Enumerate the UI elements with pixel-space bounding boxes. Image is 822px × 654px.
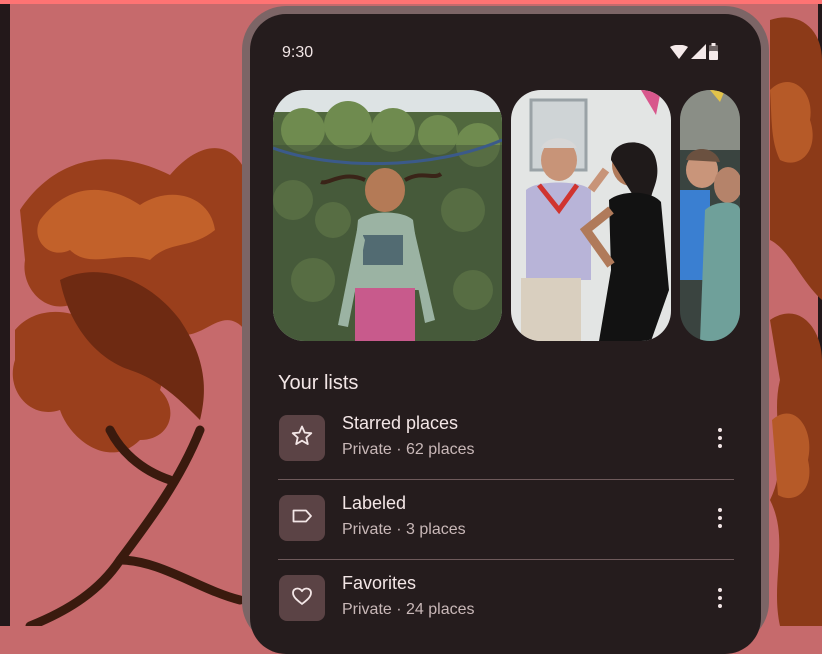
list-item-meta: Private · 62 places <box>342 441 475 458</box>
kebab-dot <box>718 436 722 440</box>
status-bar-icons <box>670 43 718 65</box>
more-options-button[interactable] <box>710 505 730 531</box>
battery-icon <box>709 43 718 65</box>
list-icon-container <box>279 415 325 461</box>
label-icon <box>290 504 314 533</box>
kebab-dot <box>718 516 722 520</box>
list-item-labeled[interactable]: Labeled Private · 3 places <box>272 493 742 561</box>
photo-card-girl-trampoline[interactable] <box>273 90 502 341</box>
kebab-dot <box>718 588 722 592</box>
more-options-button[interactable] <box>710 585 730 611</box>
phone-screen: 9:30 Your lists Starred places Private ·… <box>250 14 761 654</box>
list-item-meta: Private · 24 places <box>342 601 475 618</box>
lists-section-title: Your lists <box>278 372 359 394</box>
kebab-dot <box>718 444 722 448</box>
star-icon <box>290 424 314 453</box>
list-icon-container <box>279 575 325 621</box>
list-item-name: Starred places <box>342 413 459 433</box>
list-item-name: Favorites <box>342 573 417 593</box>
list-icon-container <box>279 495 325 541</box>
kebab-dot <box>718 508 722 512</box>
more-options-button[interactable] <box>710 425 730 451</box>
list-divider <box>278 479 734 480</box>
list-item-name: Labeled <box>342 493 407 513</box>
photo-card-dancing[interactable] <box>511 90 671 341</box>
kebab-dot <box>718 596 722 600</box>
kebab-dot <box>718 428 722 432</box>
wifi-icon <box>670 44 688 64</box>
kebab-dot <box>718 524 722 528</box>
heart-icon <box>290 584 314 613</box>
list-divider <box>278 559 734 560</box>
cellular-signal-icon <box>691 44 706 64</box>
status-bar-time: 9:30 <box>282 44 314 61</box>
list-item-meta: Private · 3 places <box>342 521 466 538</box>
kebab-dot <box>718 604 722 608</box>
list-item-starred-places[interactable]: Starred places Private · 62 places <box>272 413 742 481</box>
photo-card-hug[interactable] <box>680 90 740 341</box>
list-item-favorites[interactable]: Favorites Private · 24 places <box>272 573 742 641</box>
